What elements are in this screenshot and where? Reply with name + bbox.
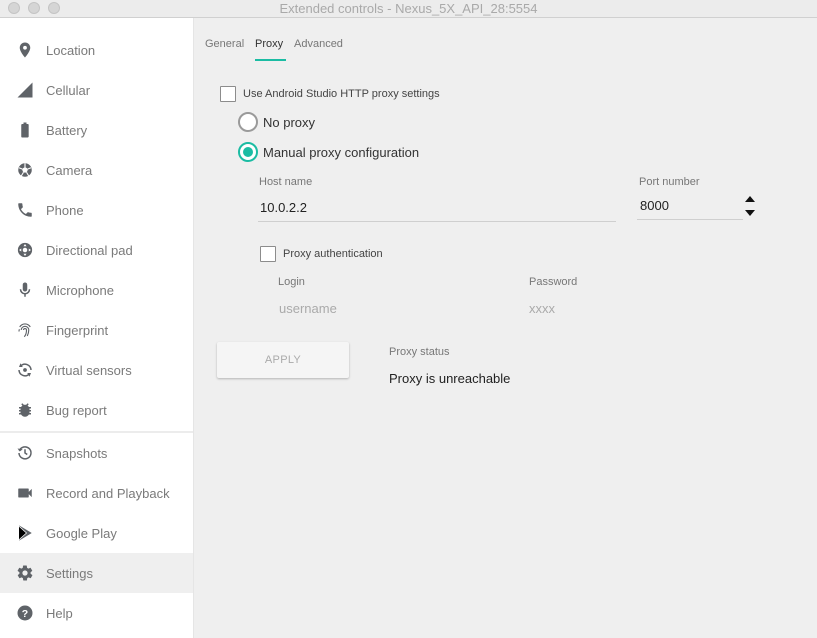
manual-proxy-label: Manual proxy configuration [263, 145, 420, 160]
apply-button[interactable]: APPLY [217, 342, 349, 378]
sidebar-item-help[interactable]: ? Help [0, 593, 193, 633]
bug-icon [16, 401, 34, 419]
sidebar-item-label: Virtual sensors [46, 362, 132, 378]
sidebar-item-label: Phone [46, 202, 84, 218]
sidebar-item-battery[interactable]: Battery [0, 110, 193, 150]
virtual-sensors-icon [16, 361, 34, 379]
proxy-authentication-checkbox[interactable] [260, 246, 276, 262]
sidebar-item-label: Battery [46, 122, 88, 138]
proxy-authentication-label: Proxy authentication [283, 248, 383, 260]
sidebar-item-phone[interactable]: Phone [0, 190, 193, 230]
svg-text:?: ? [22, 608, 28, 620]
tab-proxy[interactable]: Proxy [255, 38, 283, 50]
sidebar-item-label: Cellular [46, 82, 91, 98]
sidebar-item-label: Settings [46, 565, 93, 581]
sidebar-item-settings[interactable]: Settings [0, 553, 193, 593]
gear-icon [16, 564, 34, 582]
port-number-underline [637, 219, 743, 220]
port-number-caption: Port number [639, 176, 700, 188]
video-camera-icon [16, 484, 34, 502]
window-titlebar: Extended controls - Nexus_5X_API_28:5554 [0, 0, 817, 18]
location-pin-icon [16, 41, 34, 59]
microphone-icon [16, 281, 34, 299]
login-caption: Login [278, 276, 305, 288]
play-store-icon [16, 524, 34, 542]
cellular-signal-icon [16, 81, 34, 99]
stepper-arrows-icon [745, 196, 755, 216]
camera-aperture-icon [16, 161, 34, 179]
help-icon: ? [16, 604, 34, 622]
fingerprint-icon [16, 321, 34, 339]
sidebar-item-snapshots[interactable]: Snapshots [0, 433, 193, 473]
use-studio-proxy-checkbox[interactable] [220, 86, 236, 102]
active-tab-indicator [255, 59, 286, 61]
sidebar-item-cellular[interactable]: Cellular [0, 70, 193, 110]
sidebar-item-location[interactable]: Location [0, 30, 193, 70]
sidebar-item-label: Directional pad [46, 242, 133, 258]
manual-proxy-radio[interactable] [238, 142, 258, 162]
snapshot-history-icon [16, 444, 34, 462]
phone-icon [16, 201, 34, 219]
sidebar-item-label: Google Play [46, 525, 117, 541]
sidebar-item-label: Bug report [46, 402, 107, 418]
use-studio-proxy-label: Use Android Studio HTTP proxy settings [243, 88, 440, 100]
sidebar-item-label: Help [46, 605, 73, 621]
password-caption: Password [529, 276, 578, 288]
window-title: Extended controls - Nexus_5X_API_28:5554 [279, 1, 538, 16]
sidebar: Location Cellular Battery Camera Phone D… [0, 18, 194, 638]
sidebar-item-google-play[interactable]: Google Play [0, 513, 193, 553]
settings-panel: General Proxy Advanced Use Android Studi… [194, 18, 817, 638]
sidebar-item-record-and-playback[interactable]: Record and Playback [0, 473, 193, 513]
sidebar-item-label: Microphone [46, 282, 114, 298]
dpad-icon [16, 241, 34, 259]
no-proxy-radio[interactable] [238, 112, 258, 132]
port-number-input[interactable]: 8000 [640, 198, 669, 213]
sidebar-item-label: Camera [46, 162, 93, 178]
host-name-caption: Host name [259, 176, 313, 188]
tab-general[interactable]: General [205, 38, 244, 50]
sidebar-item-camera[interactable]: Camera [0, 150, 193, 190]
tab-advanced[interactable]: Advanced [294, 38, 343, 50]
sidebar-item-label: Fingerprint [46, 322, 109, 338]
sidebar-item-virtual-sensors[interactable]: Virtual sensors [0, 350, 193, 390]
sidebar-item-fingerprint[interactable]: Fingerprint [0, 310, 193, 350]
proxy-status-caption: Proxy status [389, 346, 450, 358]
no-proxy-label: No proxy [263, 115, 316, 130]
sidebar-item-label: Snapshots [46, 445, 108, 461]
sidebar-item-bug-report[interactable]: Bug report [0, 390, 193, 430]
sidebar-item-directional-pad[interactable]: Directional pad [0, 230, 193, 270]
host-name-input[interactable]: 10.0.2.2 [260, 200, 307, 215]
proxy-status-value: Proxy is unreachable [389, 371, 511, 386]
sidebar-item-microphone[interactable]: Microphone [0, 270, 193, 310]
login-input[interactable]: username [279, 301, 337, 316]
password-input[interactable]: xxxx [529, 301, 555, 316]
battery-icon [16, 121, 34, 139]
sidebar-item-label: Location [46, 42, 96, 58]
port-number-stepper[interactable] [744, 194, 756, 220]
host-name-underline [258, 221, 616, 222]
sidebar-item-label: Record and Playback [46, 485, 170, 501]
